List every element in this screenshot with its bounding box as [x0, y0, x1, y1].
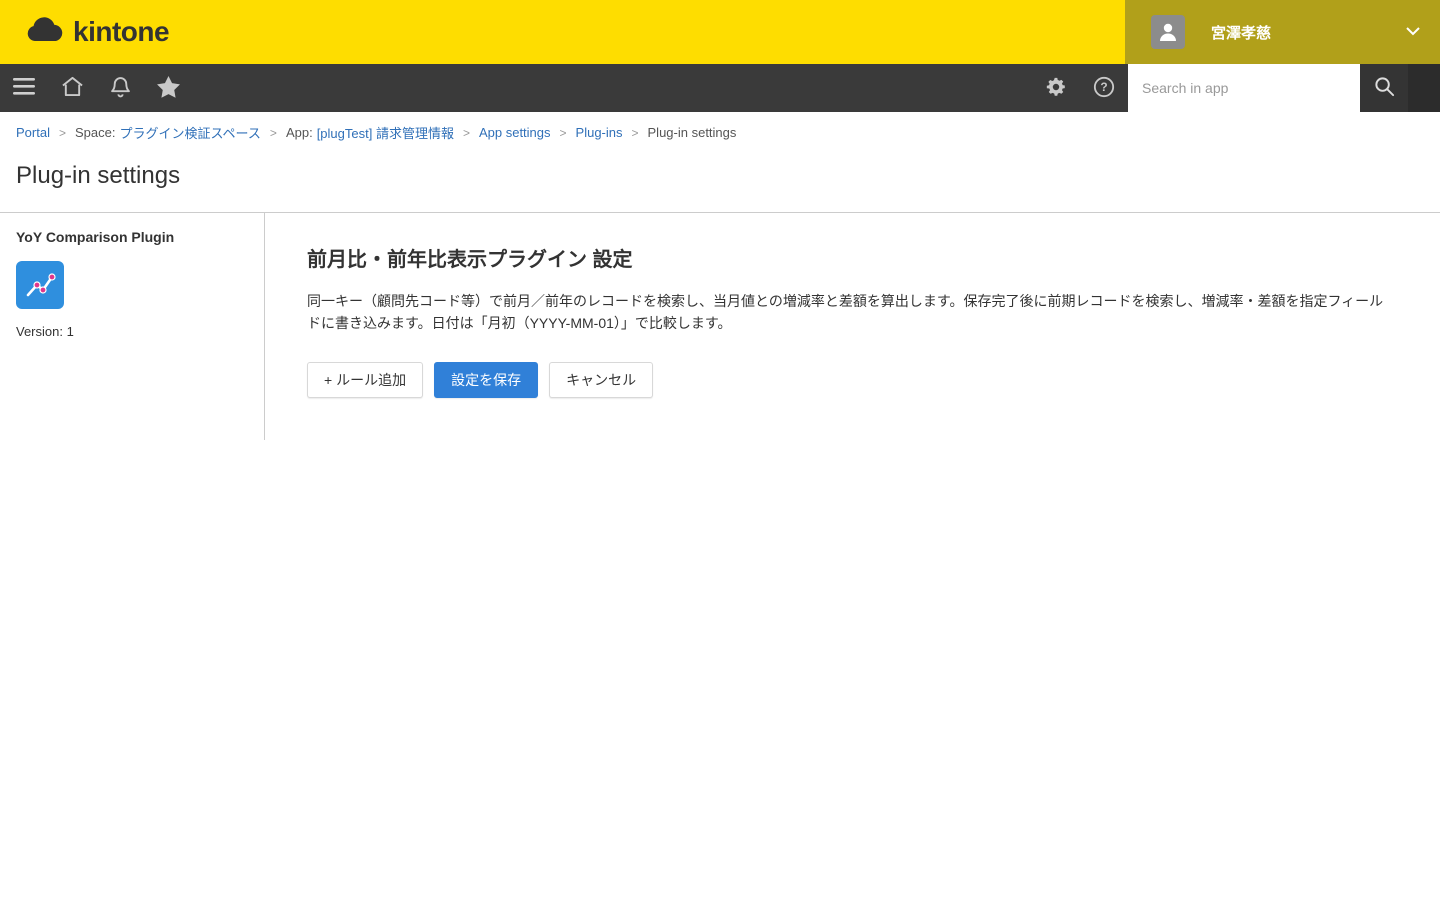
breadcrumb-separator: >: [58, 125, 66, 140]
navbar-left: [0, 64, 192, 112]
hamburger-menu-button[interactable]: [0, 64, 48, 112]
kintone-logo[interactable]: kintone: [26, 16, 170, 48]
breadcrumb-separator: >: [462, 125, 470, 140]
settings-button[interactable]: [1032, 64, 1080, 112]
breadcrumb-separator: >: [631, 125, 639, 140]
add-rule-button[interactable]: + ルール追加: [307, 362, 424, 399]
plugin-version: Version: 1: [16, 324, 74, 339]
user-menu[interactable]: 宮澤孝慈: [1125, 0, 1440, 64]
app-header: kintone 宮澤孝慈: [0, 0, 1440, 64]
plugin-settings-form: 前月比・前年比表示プラグイン 設定 同一キー（顧問先コード等）で前月／前年のレコ…: [265, 213, 1440, 440]
settings-heading: 前月比・前年比表示プラグイン 設定: [307, 249, 633, 271]
breadcrumb-app-prefix: App:: [285, 125, 313, 140]
user-avatar-icon: [1151, 15, 1185, 49]
kintone-cloud-icon: [26, 17, 64, 47]
search-input[interactable]: [1128, 64, 1360, 112]
cancel-button[interactable]: キャンセル: [549, 362, 654, 399]
global-navbar: ?: [0, 64, 1440, 112]
svg-text:?: ?: [1100, 80, 1107, 94]
help-icon: ?: [1093, 76, 1115, 101]
notifications-button[interactable]: [96, 64, 144, 112]
breadcrumb-link-portal[interactable]: Portal: [16, 125, 50, 140]
breadcrumb-link-plugins[interactable]: Plug-ins: [576, 125, 623, 140]
hamburger-menu-icon: [13, 78, 35, 98]
breadcrumb-link-space[interactable]: プラグイン検証スペース: [119, 123, 260, 142]
settings-button-row: + ルール追加 設定を保存 キャンセル: [307, 362, 1395, 399]
plugin-info-panel: YoY Comparison Plugin Version: 1: [0, 213, 265, 440]
user-name: 宮澤孝慈: [1211, 24, 1272, 42]
save-settings-button[interactable]: 設定を保存: [434, 362, 539, 399]
search-button[interactable]: [1360, 64, 1408, 112]
search-icon: [1373, 75, 1396, 101]
settings-description: 同一キー（顧問先コード等）で前月／前年のレコードを検索し、当月値との増減率と差額…: [307, 293, 1384, 331]
navbar-right-strip: [1408, 64, 1440, 112]
breadcrumb-separator: >: [269, 125, 277, 140]
page-title: Plug-in settings: [16, 162, 181, 189]
plugin-chart-icon: [16, 261, 64, 309]
plugin-name: YoY Comparison Plugin: [16, 229, 175, 245]
breadcrumb-link-app[interactable]: [plugTest] 請求管理情報: [317, 123, 454, 142]
home-icon: [61, 76, 84, 100]
breadcrumb-link-app-settings[interactable]: App settings: [479, 125, 551, 140]
favorites-button[interactable]: [144, 64, 192, 112]
favorites-star-icon: [156, 75, 180, 101]
notifications-bell-icon: [110, 76, 131, 101]
gear-icon: [1045, 76, 1067, 101]
breadcrumb-separator: >: [559, 125, 567, 140]
breadcrumb-current: Plug-in settings: [647, 125, 737, 140]
breadcrumb: Portal > Space: プラグイン検証スペース > App: [plug…: [0, 112, 1440, 150]
navbar-right: ?: [1032, 64, 1440, 112]
breadcrumb-space-prefix: Space:: [74, 125, 116, 140]
content-area: YoY Comparison Plugin Version: 1 前月比・前年比…: [0, 213, 1440, 440]
home-button[interactable]: [48, 64, 96, 112]
help-button[interactable]: ?: [1080, 64, 1128, 112]
kintone-logo-text: kintone: [73, 16, 170, 47]
chevron-down-icon: [1406, 23, 1420, 41]
